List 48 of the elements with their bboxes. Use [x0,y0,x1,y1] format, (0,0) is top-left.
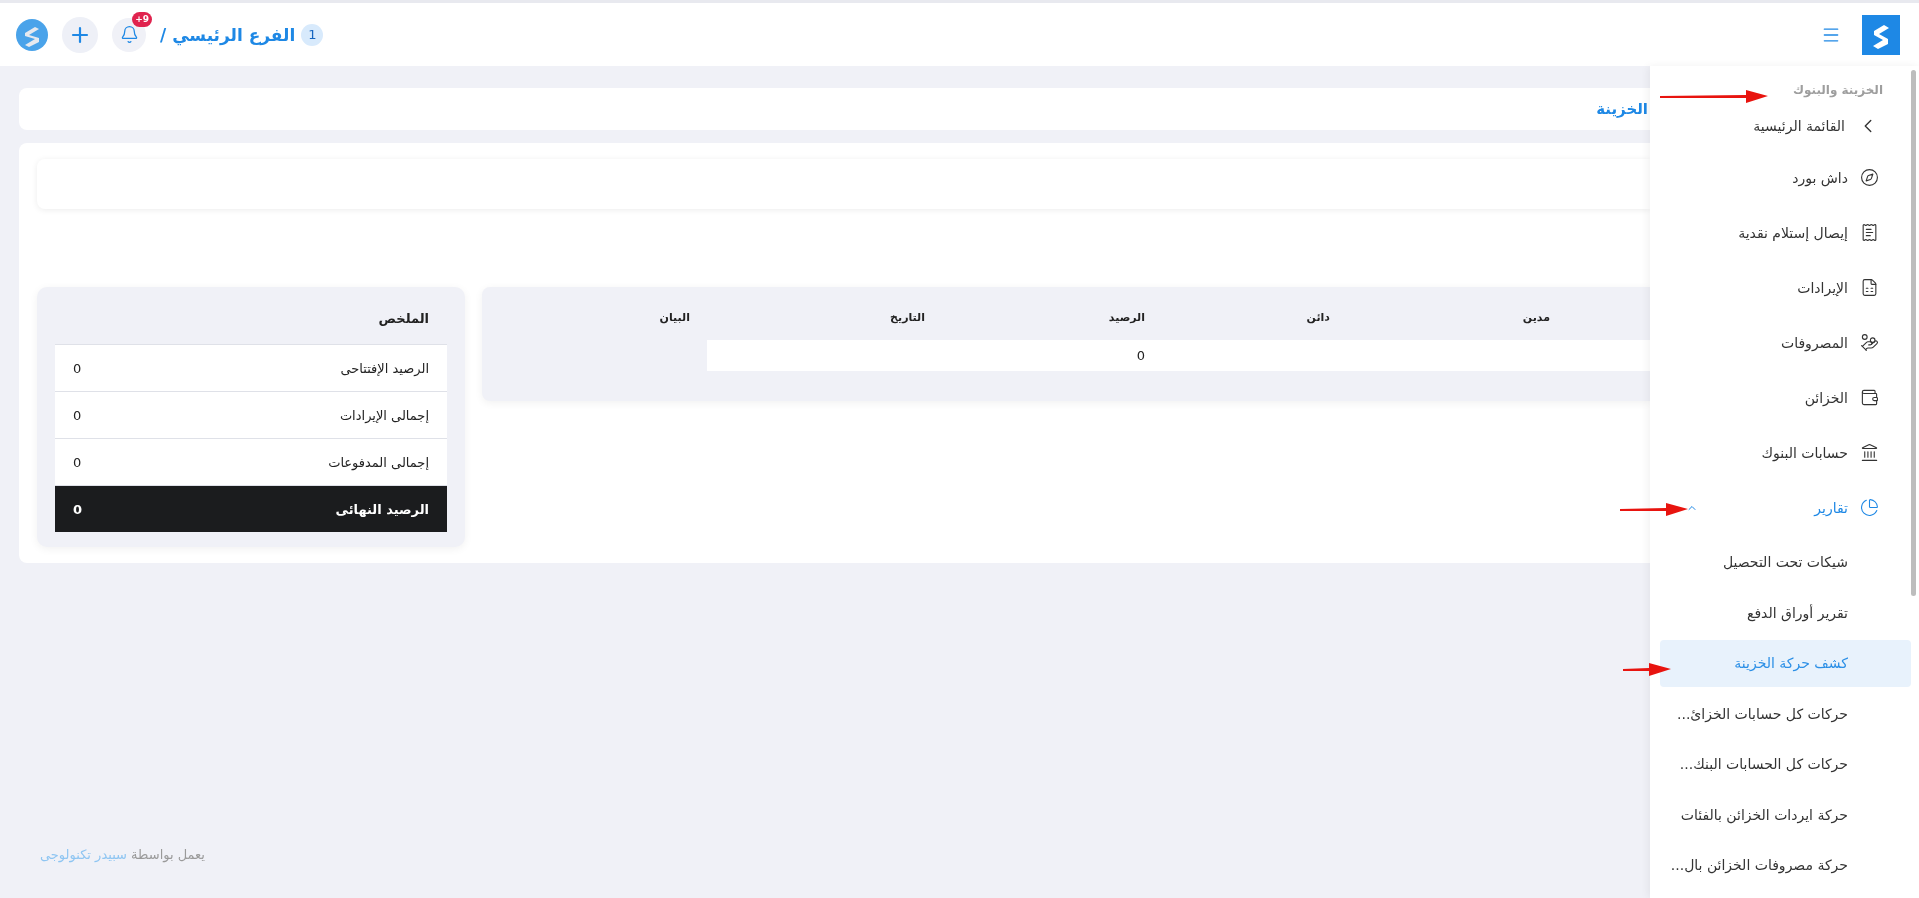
submenu-item[interactable]: تقرير أوراق الدفع [1660,589,1911,636]
spreadsheet-icon [1860,278,1879,297]
sidebar-item[interactable]: إيصال إستلام نقدية [1650,205,1919,260]
page-title: الخزينة [1596,100,1648,118]
receipt-icon [1860,223,1879,242]
sidebar-item[interactable]: الخزائن [1650,370,1919,425]
submenu-item[interactable]: حركات كل حسابات الخزائ... [1660,690,1911,737]
column-header: البيان [658,311,691,324]
table-cell-text: 0 [1135,348,1146,363]
logo-icon[interactable] [1862,14,1900,55]
annotation-arrow [1620,503,1688,517]
footer-text: يعمل بواسطة سبيدر تكنولوجى [39,847,205,865]
sidebar-item[interactable]: تقارير [1650,480,1919,535]
pie-chart-icon [1860,498,1879,517]
summary-label: الرصيد النهائى [335,501,429,517]
branch-name: الفرع الرئيسي / [160,24,296,45]
section-title: الخزينة والبنوك [1793,82,1883,100]
submenu-item[interactable]: حركة ايردات الخزائن بالفئات [1660,791,1911,838]
branch-number-badge: 1 [301,23,324,46]
summary-label: إجمالى الإيرادات [339,407,429,423]
summary-value: 0 [73,407,82,423]
submenu-item[interactable]: حركة مصروفات الخزائن بال... [1660,841,1911,889]
sidebar-item[interactable]: الإيرادات [1650,260,1919,315]
summary-value: 0 [73,501,83,517]
summary-label: إجمالى المدفوعات [328,454,429,470]
summary-title: الملخص [377,310,430,328]
avatar-icon[interactable] [16,18,48,51]
sidebar-item[interactable]: حسابات البنوك [1650,425,1919,480]
summary-value: 0 [73,360,82,376]
summary-value: 0 [73,454,82,470]
bell-icon [119,25,139,44]
notification-badge: +9 [132,11,152,27]
sidebar-item[interactable]: المصروفات [1650,315,1919,370]
submenu-item[interactable]: حركات كل الحسابات البنك... [1660,740,1911,788]
column-header: دائن [1305,311,1331,324]
back-link[interactable]: القائمة الرئيسية [1650,102,1919,150]
compass-icon [1860,168,1879,187]
add-button[interactable] [62,16,98,53]
submenu-item[interactable]: شيكات تحت التحصيل [1660,538,1911,586]
column-header: الرصيد [1107,311,1146,324]
column-header: التاريخ [889,311,926,324]
bank-icon [1860,443,1879,462]
summary-label: الرصيد الإفتتاحى [340,360,429,376]
column-header: مدين [1521,311,1551,324]
sidebar-item[interactable]: داش بورد [1650,150,1919,205]
hand-coins-icon [1860,333,1879,352]
annotation-arrow [1623,663,1671,677]
wallet-icon [1860,388,1879,407]
